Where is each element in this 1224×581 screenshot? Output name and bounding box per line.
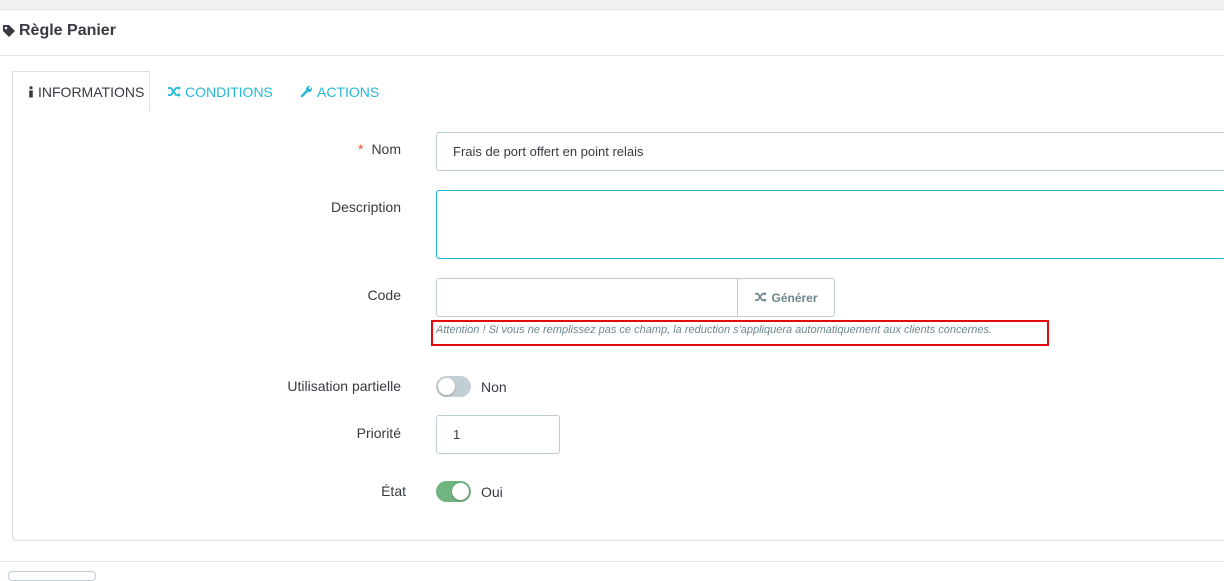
nom-label: * Nom — [300, 141, 401, 157]
status-state: Oui — [481, 484, 503, 500]
switch-knob — [452, 483, 469, 500]
switch-knob — [438, 378, 455, 395]
required-marker: * — [357, 141, 364, 157]
tag-icon — [3, 25, 15, 37]
tab-actions-label: ACTIONS — [317, 83, 380, 100]
tab-conditions-label: CONDITIONS — [185, 83, 273, 100]
tab-informations[interactable]: INFORMATIONS — [12, 71, 150, 113]
random-icon — [754, 291, 768, 305]
random-icon — [167, 86, 181, 97]
status-switch[interactable] — [436, 481, 471, 502]
footer-divider — [0, 561, 1224, 562]
partial-use-state: Non — [481, 379, 507, 395]
tab-bar: INFORMATIONS CONDITIONS ACTIONS — [12, 71, 1224, 113]
info-icon — [28, 86, 34, 98]
footer-button[interactable] — [8, 571, 96, 581]
generate-button-label: Générer — [771, 290, 818, 305]
partial-use-switch[interactable] — [436, 376, 471, 397]
status-label: État — [381, 483, 406, 499]
tab-actions[interactable]: ACTIONS — [285, 71, 394, 112]
page-header: Règle Panier — [0, 10, 1224, 56]
nom-input[interactable] — [436, 132, 1224, 171]
description-label: Description — [330, 199, 401, 215]
generate-button[interactable]: Générer — [737, 278, 835, 317]
tab-conditions[interactable]: CONDITIONS — [152, 71, 288, 112]
nom-label-text: Nom — [371, 141, 401, 157]
priority-input[interactable] — [436, 415, 560, 454]
code-help-text: Attention ! Si vous ne remplissez pas ce… — [436, 324, 993, 336]
top-strip — [0, 0, 1224, 10]
priority-label: Priorité — [356, 425, 401, 441]
partial-use-label: Utilisation partielle — [287, 378, 401, 394]
description-textarea[interactable] — [436, 190, 1224, 259]
page-title-text: Règle Panier — [19, 22, 116, 39]
wrench-icon — [300, 85, 313, 98]
tab-informations-label: INFORMATIONS — [38, 84, 145, 100]
code-input[interactable] — [436, 278, 738, 317]
page-title: Règle Panier — [2, 22, 116, 40]
code-label: Code — [367, 287, 401, 303]
